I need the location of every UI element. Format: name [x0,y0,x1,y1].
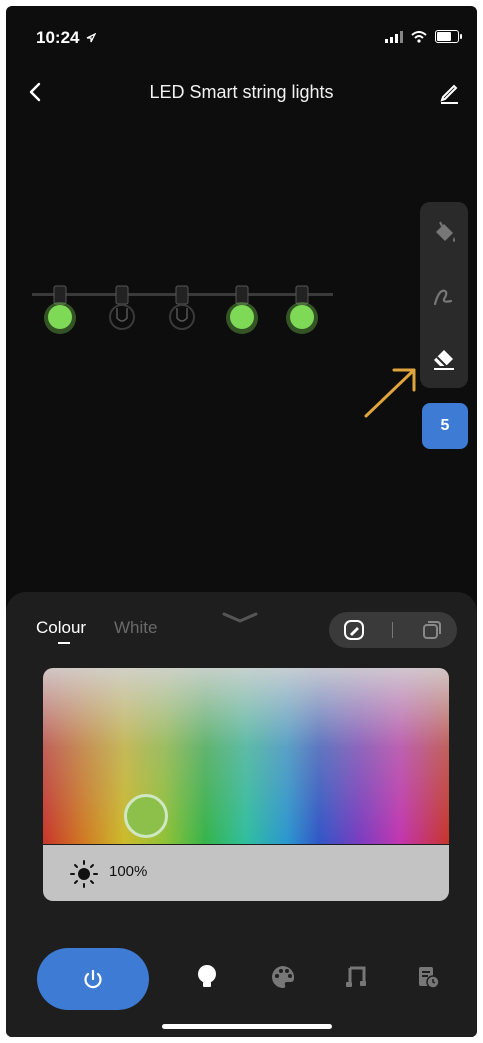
bulb-off[interactable] [104,284,140,340]
nav-bulb-button[interactable] [192,962,222,992]
home-indicator [162,1024,332,1029]
music-icon [346,966,366,987]
fill-bucket-icon [436,221,455,242]
bulb-on[interactable] [224,284,260,340]
mode-toggle[interactable] [329,612,457,648]
nav-schedule-button[interactable] [413,962,443,992]
schedule-icon [419,967,440,989]
brush-tool-button[interactable] [428,280,460,312]
app-screen: 10:24 LED Smart string lights 5 Colour W… [6,6,477,1037]
wifi-icon [411,30,427,43]
nav-music-button[interactable] [341,962,371,992]
pencil-icon [440,84,458,104]
brightness-value: 100% [109,863,148,880]
status-icons [385,30,462,43]
eraser-tool-button[interactable] [428,342,460,374]
mode-divider [392,622,394,638]
battery-icon [435,30,462,43]
active-tab-indicator [58,642,70,644]
bulb-on[interactable] [42,284,78,340]
color-picker-gradient[interactable] [43,668,449,844]
bulb-on[interactable] [284,284,320,340]
sun-icon [70,860,98,888]
color-wheel-mode-icon[interactable] [343,619,365,641]
bulb-icon [198,965,216,987]
color-panel: Colour White 100% [6,592,477,1037]
multi-select-mode-icon[interactable] [421,619,443,641]
palette-icon [272,966,295,988]
bulb-off[interactable] [164,284,200,340]
string-bulb-icon [109,285,135,330]
nav-palette-button[interactable] [268,962,298,992]
tool-panel [420,202,468,388]
brush-icon [433,289,453,306]
signal-icon [385,30,403,43]
annotation-arrow-icon [364,368,416,418]
status-time: 10:24 [36,28,97,48]
tab-colour[interactable]: Colour [36,618,86,638]
eraser-icon [434,350,454,370]
brightness-slider[interactable]: 100% [43,845,449,901]
location-icon [86,32,97,43]
power-icon [84,969,102,989]
string-bulb-icon [169,285,195,330]
string-bulb-icon [44,285,76,334]
fill-tool-button[interactable] [428,216,460,248]
power-button[interactable] [37,948,149,1010]
page-title: LED Smart string lights [149,82,334,102]
string-bulb-icon [286,285,318,334]
bulb-count-badge[interactable]: 5 [422,403,468,449]
edit-button[interactable] [435,78,463,106]
string-bulb-icon [226,285,258,334]
color-picker-thumb[interactable] [124,794,168,838]
tab-white[interactable]: White [114,618,157,638]
collapse-chevron-icon[interactable] [220,610,260,626]
